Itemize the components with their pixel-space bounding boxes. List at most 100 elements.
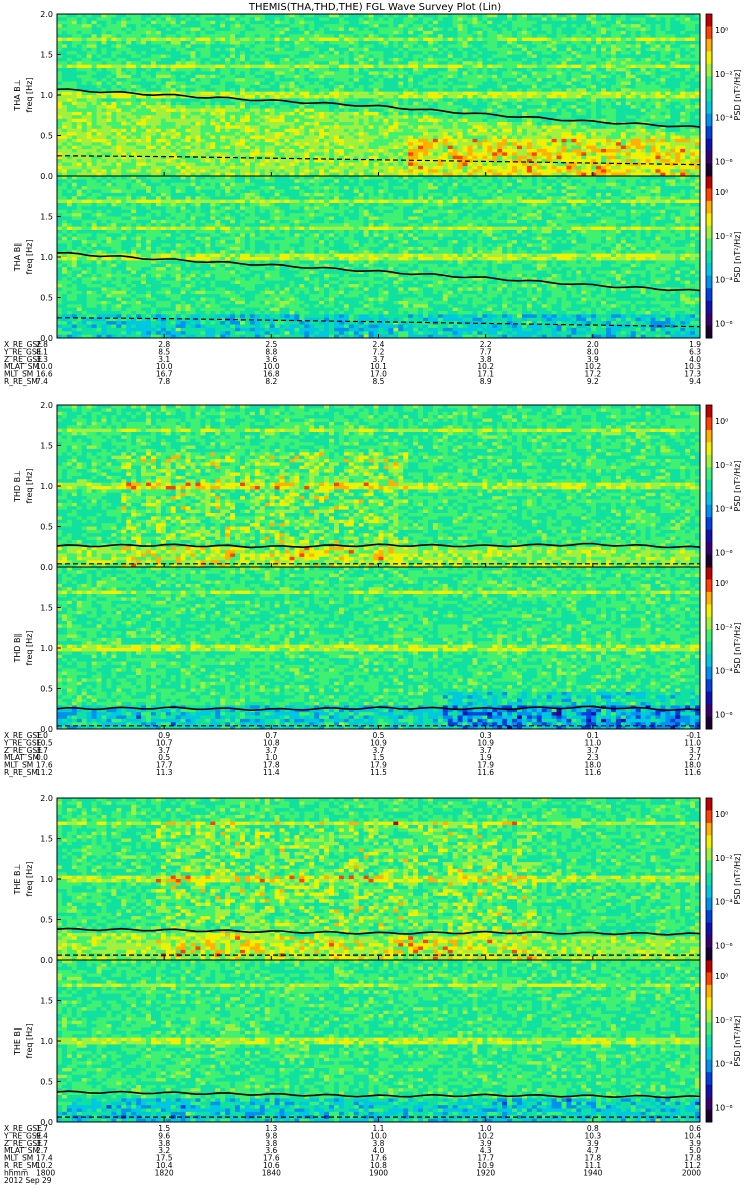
- spectrogram-cell: [82, 24, 87, 28]
- spectrogram-cell: [57, 31, 62, 35]
- spectrogram-cell: [87, 125, 92, 129]
- spectrogram-cell: [82, 28, 87, 32]
- spectrogram-cell: [161, 82, 166, 86]
- spectrogram-cell: [62, 51, 67, 55]
- spectrogram-cell: [126, 125, 131, 129]
- spectrogram-cell: [131, 163, 136, 167]
- spectrogram-cell: [151, 61, 156, 65]
- spectrogram-cell: [116, 31, 121, 35]
- spectrogram-cell: [126, 71, 131, 75]
- spectrogram-cell: [121, 24, 126, 28]
- spectrogram-cell: [111, 166, 116, 170]
- spectrogram-cell: [136, 17, 141, 21]
- spectrogram-cell: [92, 41, 97, 45]
- spectrogram-cell: [97, 51, 102, 55]
- spectrogram-cell: [131, 115, 136, 119]
- spectrogram-cell: [111, 169, 116, 173]
- spectrogram-cell: [97, 61, 102, 65]
- perp-panel: 2.01.51.00.50.0THA B⊥ freq [Hz]10⁰10⁻²10⁻…: [13, 10, 742, 181]
- spectrogram-cell: [121, 85, 126, 89]
- spectrogram-cell: [146, 102, 151, 106]
- spectrogram-cell: [126, 166, 131, 170]
- spectrogram-cell: [126, 48, 131, 52]
- spectrogram-panels: 2.01.51.00.50.0THA B⊥ freq [Hz]10⁰10⁻²10⁻…: [3, 10, 742, 1185]
- spectrogram-cell: [67, 122, 72, 126]
- spectrogram-cell: [87, 95, 92, 99]
- probe-group-tha: 2.01.51.00.50.0THA B⊥ freq [Hz]10⁰10⁻²10⁻…: [3, 10, 742, 386]
- spectrogram-cell: [171, 17, 176, 21]
- spectrogram-cell: [106, 44, 111, 48]
- spectrogram-cell: [151, 119, 156, 123]
- spectrogram-cell: [121, 122, 126, 126]
- spectrogram-cell: [126, 98, 131, 102]
- spectrogram-cell: [62, 78, 67, 82]
- spectrogram-cell: [62, 68, 67, 72]
- spectrogram-cell: [151, 115, 156, 119]
- spectrogram-cell: [126, 136, 131, 140]
- spectrogram-cell: [97, 132, 102, 136]
- spectrogram-cell: [82, 58, 87, 62]
- spectrogram-cell: [72, 82, 77, 86]
- spectrogram-cell: [67, 109, 72, 113]
- spectrogram-cell: [121, 75, 126, 79]
- spectrogram-cell: [121, 48, 126, 52]
- spectrogram-cell: [106, 55, 111, 59]
- spectrogram-cell: [57, 85, 62, 89]
- spectrogram-cell: [92, 38, 97, 42]
- spectrogram-cell: [62, 159, 67, 163]
- spectrogram-cell: [106, 17, 111, 21]
- spectrogram-cell: [126, 112, 131, 116]
- spectrogram-cell: [146, 109, 151, 113]
- spectrogram-cell: [146, 132, 151, 136]
- spectrogram-cell: [161, 34, 166, 38]
- spectrogram-cell: [121, 146, 126, 150]
- spectrogram-cell: [166, 105, 171, 109]
- spectrogram-cell: [97, 105, 102, 109]
- spectrogram-cell: [156, 28, 161, 32]
- spectrogram-cell: [111, 48, 116, 52]
- spectrogram-cell: [97, 119, 102, 123]
- spectrogram-cell: [126, 169, 131, 173]
- spectrogram-cell: [67, 14, 72, 18]
- spectrogram-cell: [161, 159, 166, 163]
- spectrogram-cell: [82, 61, 87, 65]
- spectrogram-cell: [166, 65, 171, 69]
- spectrogram-cell: [102, 58, 107, 62]
- spectrogram-cell: [106, 159, 111, 163]
- spectrogram-cell: [67, 115, 72, 119]
- spectrogram-cell: [146, 34, 151, 38]
- spectrogram-cell: [156, 129, 161, 133]
- spectrogram-cell: [97, 55, 102, 59]
- spectrogram-cell: [166, 122, 171, 126]
- spectrogram-cell: [87, 24, 92, 28]
- spectrogram-cell: [57, 129, 62, 133]
- spectrogram-cell: [146, 125, 151, 129]
- spectrogram-cell: [126, 21, 131, 25]
- spectrogram-cell: [92, 44, 97, 48]
- spectrogram-cell: [161, 85, 166, 89]
- spectrogram-cell: [146, 119, 151, 123]
- spectrogram-cell: [57, 55, 62, 59]
- spectrogram-cell: [166, 85, 171, 89]
- spectrogram-cell: [131, 17, 136, 21]
- spectrogram-cell: [156, 112, 161, 116]
- spectrogram-cell: [141, 163, 146, 167]
- spectrogram-cell: [92, 68, 97, 72]
- spectrogram-cell: [141, 21, 146, 25]
- spectrogram-cell: [146, 48, 151, 52]
- spectrogram-cell: [136, 51, 141, 55]
- spectrogram-cell: [141, 119, 146, 123]
- spectrogram-cell: [156, 146, 161, 150]
- spectrogram-cell: [97, 82, 102, 86]
- spectrogram-cell: [106, 14, 111, 18]
- spectrogram-cell: [116, 41, 121, 45]
- spectrogram-cell: [156, 166, 161, 170]
- spectrogram-cell: [77, 34, 82, 38]
- spectrogram-cell: [131, 122, 136, 126]
- spectrogram-cell: [102, 132, 107, 136]
- spectrogram-cell: [131, 38, 136, 42]
- spectrogram-cell: [106, 71, 111, 75]
- spectrogram-cell: [106, 95, 111, 99]
- spectrogram-cell: [141, 125, 146, 129]
- spectrogram-cell: [62, 38, 67, 42]
